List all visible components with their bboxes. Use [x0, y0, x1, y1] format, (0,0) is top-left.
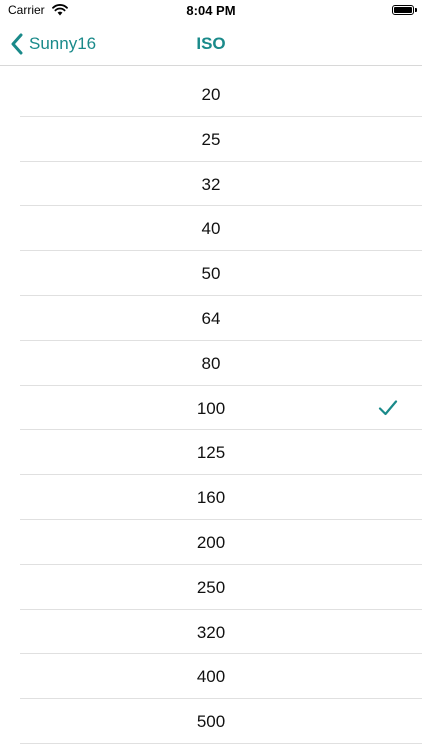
iso-option-label: 125: [196, 443, 226, 463]
iso-option-label: 80: [201, 353, 221, 373]
iso-option-row[interactable]: 160: [0, 475, 422, 520]
iso-option-label: 32: [201, 174, 221, 194]
iso-option-label: 50: [201, 264, 221, 284]
iso-option-label: 100: [196, 398, 226, 418]
iso-option-row[interactable]: 200: [0, 520, 422, 565]
battery-tip: [415, 8, 417, 12]
iso-option-row[interactable]: 50: [0, 251, 422, 296]
navigation-bar: Sunny16 ISO: [0, 22, 422, 66]
status-bar: Carrier 8:04 PM: [0, 0, 422, 22]
iso-option-label: 25: [201, 129, 221, 149]
status-time: 8:04 PM: [186, 3, 236, 18]
iso-option-label: 40: [201, 219, 221, 239]
iso-option-label: 160: [196, 488, 226, 508]
page-title: ISO: [196, 34, 226, 53]
battery-icon: [392, 5, 414, 15]
iso-option-row[interactable]: 250: [0, 565, 422, 610]
iso-option-row[interactable]: 40: [0, 206, 422, 251]
iso-option-row[interactable]: 125: [0, 430, 422, 475]
iso-option-row[interactable]: 20: [0, 72, 422, 117]
iso-option-label: 200: [196, 532, 226, 552]
iso-option-row[interactable]: 400: [0, 654, 422, 699]
iso-option-label: 20: [201, 85, 221, 104]
iso-option-row[interactable]: 64: [0, 296, 422, 341]
iso-option-label: 500: [196, 712, 226, 732]
iso-option-label: 320: [196, 622, 226, 642]
iso-option-label: 400: [196, 667, 226, 687]
iso-option-row[interactable]: 80: [0, 341, 422, 386]
iso-option-row[interactable]: 500: [0, 699, 422, 744]
iso-option-row[interactable]: 100: [0, 386, 422, 431]
checkmark-icon: [378, 399, 398, 415]
iso-option-label: 64: [201, 308, 221, 328]
iso-option-row[interactable]: 25: [0, 117, 422, 162]
iso-option-row[interactable]: 320: [0, 610, 422, 655]
iso-option-row[interactable]: 32: [0, 162, 422, 207]
iso-list: 20 25 32 40 50 64 80 100 125 160 200 250 320 400 500: [0, 72, 422, 744]
iso-option-label: 250: [196, 577, 226, 597]
